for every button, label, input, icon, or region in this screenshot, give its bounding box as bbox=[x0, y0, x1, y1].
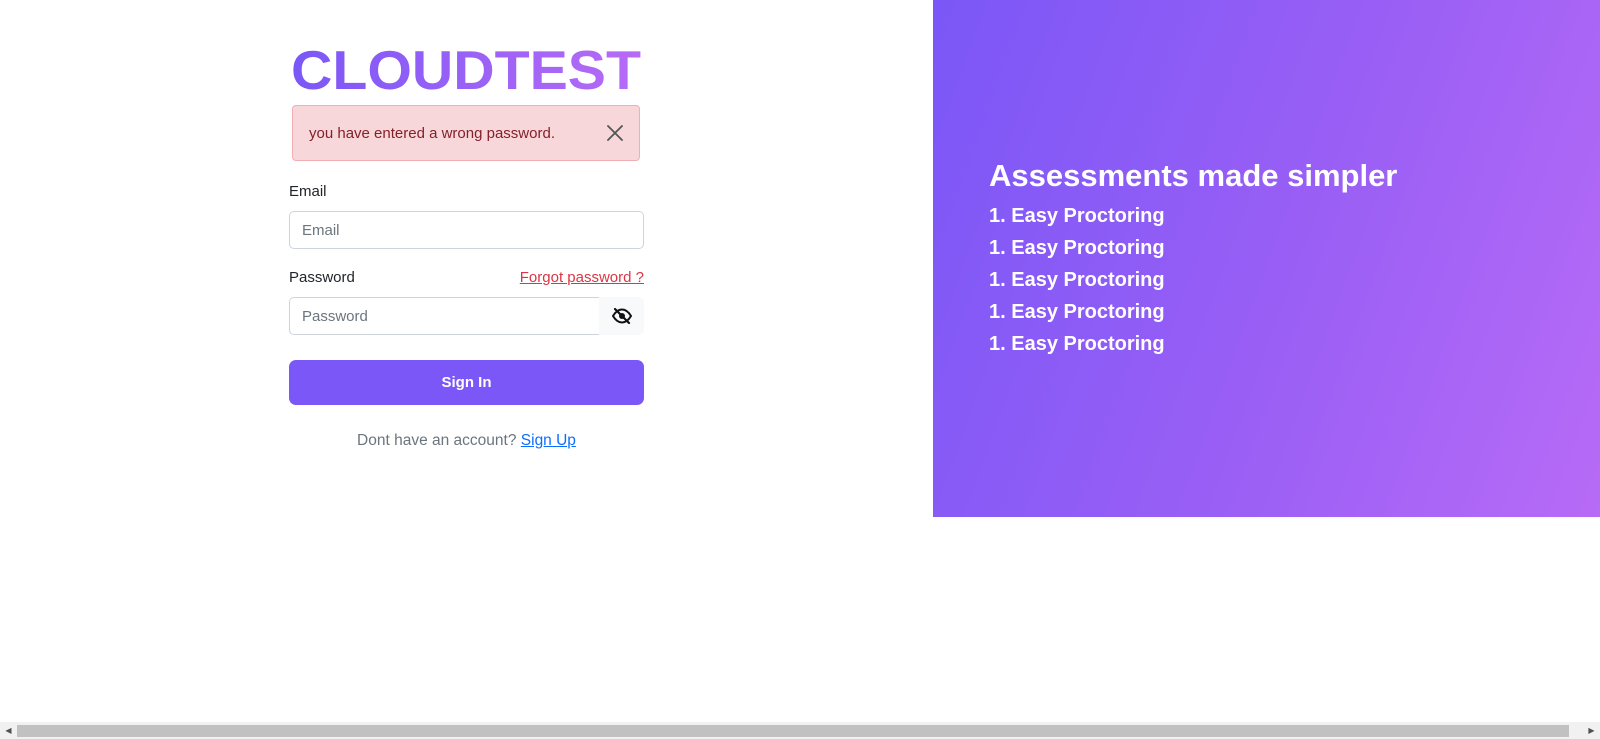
promo-feature-item: 1. Easy Proctoring bbox=[989, 301, 1165, 323]
sign-up-link[interactable]: Sign Up bbox=[521, 432, 576, 449]
error-alert: you have entered a wrong password. bbox=[292, 105, 640, 161]
scrollbar-thumb[interactable] bbox=[17, 725, 1569, 737]
email-label: Email bbox=[289, 183, 327, 200]
promo-feature-item: 1. Easy Proctoring bbox=[989, 269, 1165, 291]
password-label: Password bbox=[289, 269, 355, 286]
horizontal-scrollbar[interactable]: ◀ ▶ bbox=[0, 722, 1600, 739]
scroll-left-icon[interactable]: ◀ bbox=[0, 722, 17, 739]
forgot-password-link[interactable]: Forgot password ? bbox=[520, 269, 644, 286]
email-input[interactable] bbox=[289, 211, 644, 249]
eye-slash-icon bbox=[611, 308, 632, 324]
logo-text: CLOUDTEST bbox=[291, 44, 641, 94]
promo-feature-item: 1. Easy Proctoring bbox=[989, 237, 1165, 259]
close-icon[interactable] bbox=[605, 123, 625, 143]
sign-in-button[interactable]: Sign In bbox=[289, 360, 644, 405]
toggle-password-visibility-button[interactable] bbox=[599, 297, 644, 335]
promo-feature-item: 1. Easy Proctoring bbox=[989, 205, 1165, 227]
promo-feature-list: 1. Easy Proctoring 1. Easy Proctoring 1.… bbox=[989, 204, 1165, 364]
promo-feature-item: 1. Easy Proctoring bbox=[989, 333, 1165, 355]
error-alert-message: you have entered a wrong password. bbox=[309, 125, 555, 142]
password-input[interactable] bbox=[289, 297, 600, 335]
login-page: CLOUDTEST you have entered a wrong passw… bbox=[0, 0, 1600, 739]
scroll-right-icon[interactable]: ▶ bbox=[1583, 722, 1600, 739]
cloudtest-logo: CLOUDTEST bbox=[291, 44, 641, 94]
signup-prompt-text: Dont have an account? bbox=[357, 432, 517, 449]
promo-heading: Assessments made simpler bbox=[989, 158, 1398, 193]
signup-prompt: Dont have an account? Sign Up bbox=[289, 432, 644, 450]
promo-panel: Assessments made simpler 1. Easy Proctor… bbox=[933, 0, 1600, 517]
